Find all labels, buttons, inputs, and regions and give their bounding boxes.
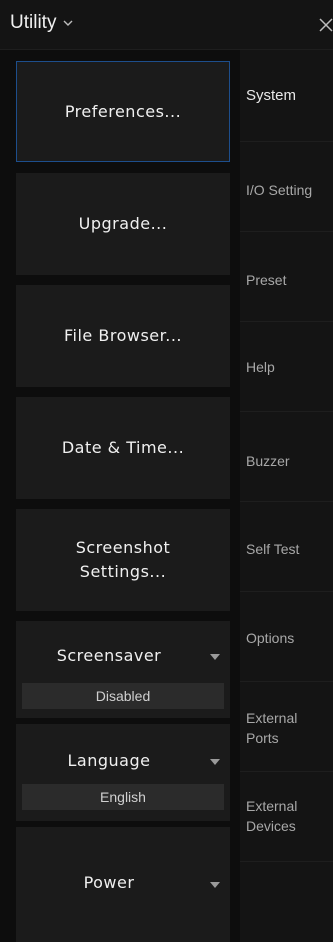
tab-divider — [240, 141, 333, 142]
utility-header: Utility — [0, 0, 333, 50]
date-time-button[interactable]: Date & Time... — [16, 397, 230, 499]
tab-divider — [240, 861, 333, 862]
screenshot-settings-label: Screenshot Settings... — [76, 536, 171, 584]
language-label: Language — [67, 751, 151, 770]
tab-external-ports[interactable]: External Ports — [240, 708, 333, 748]
tab-external-ports-line1: External — [246, 710, 298, 726]
dropdown-arrow-icon — [210, 759, 220, 765]
tab-help[interactable]: Help — [240, 357, 333, 377]
dropdown-arrow-icon — [210, 654, 220, 660]
utility-menu-title[interactable]: Utility — [10, 12, 74, 34]
system-settings-panel: Preferences... Upgrade... File Browser..… — [0, 50, 240, 942]
screenshot-settings-button[interactable]: Screenshot Settings... — [16, 509, 230, 611]
tab-external-devices-line1: External — [246, 798, 298, 814]
file-browser-button[interactable]: File Browser... — [16, 285, 230, 387]
close-icon — [319, 18, 333, 32]
utility-tab-list: System I/O Setting Preset Help Buzzer Se… — [240, 50, 333, 942]
preferences-button[interactable]: Preferences... — [16, 61, 230, 162]
chevron-down-icon — [63, 20, 73, 26]
preferences-label: Preferences... — [64, 101, 182, 121]
tab-divider — [240, 681, 333, 682]
screensaver-value: Disabled — [22, 683, 224, 709]
power-dropdown[interactable]: Power — [16, 827, 230, 942]
language-value: English — [22, 784, 224, 810]
tab-options[interactable]: Options — [240, 628, 333, 648]
file-browser-label: File Browser... — [64, 326, 182, 345]
upgrade-label: Upgrade... — [78, 214, 168, 233]
language-dropdown[interactable]: Language English — [16, 724, 230, 821]
tab-divider — [240, 501, 333, 502]
tab-divider — [240, 591, 333, 592]
tab-external-ports-line2: Ports — [246, 730, 279, 746]
tab-preset[interactable]: Preset — [240, 270, 333, 290]
tab-io-setting[interactable]: I/O Setting — [240, 180, 333, 200]
dropdown-arrow-icon — [210, 882, 220, 888]
tab-divider — [240, 321, 333, 322]
close-button[interactable] — [315, 14, 333, 36]
screenshot-settings-line2: Settings... — [79, 562, 167, 581]
utility-title-text: Utility — [10, 12, 57, 33]
screensaver-dropdown[interactable]: Screensaver Disabled — [16, 621, 230, 718]
tab-self-test[interactable]: Self Test — [240, 539, 333, 559]
screensaver-label: Screensaver — [56, 646, 162, 665]
tab-buzzer[interactable]: Buzzer — [240, 451, 333, 471]
tab-divider — [240, 231, 333, 232]
tab-external-devices[interactable]: External Devices — [240, 796, 333, 836]
tab-divider — [240, 771, 333, 772]
power-label: Power — [83, 873, 135, 892]
tab-system[interactable]: System — [240, 86, 333, 106]
screenshot-settings-line1: Screenshot — [75, 538, 171, 557]
date-time-label: Date & Time... — [61, 438, 185, 457]
upgrade-button[interactable]: Upgrade... — [16, 173, 230, 275]
tab-external-devices-line2: Devices — [246, 818, 296, 834]
tab-divider — [240, 411, 333, 412]
